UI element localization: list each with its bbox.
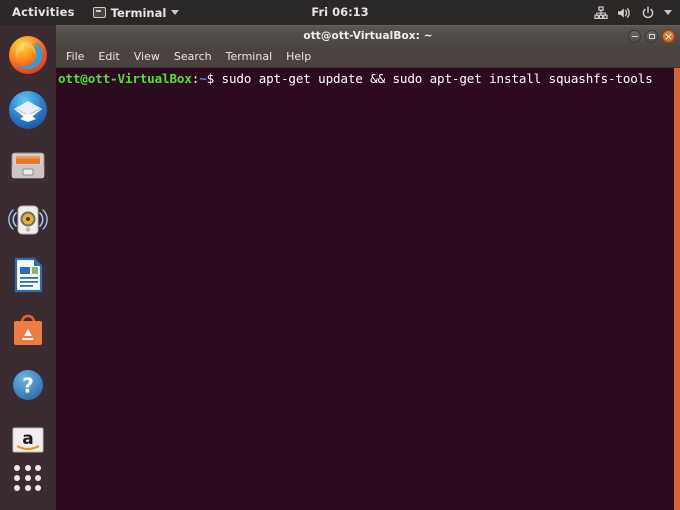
status-chevron-down-icon bbox=[664, 10, 672, 15]
show-applications-button[interactable] bbox=[4, 454, 52, 502]
terminal-command: sudo apt-get update && sudo apt-get inst… bbox=[221, 71, 653, 86]
app-menu-label: Terminal bbox=[110, 5, 167, 20]
window-title: ott@ott-VirtualBox: ~ bbox=[303, 30, 433, 42]
svg-text:?: ? bbox=[22, 374, 34, 398]
app-menu-button[interactable]: Terminal bbox=[85, 0, 188, 25]
dock-item-thunderbird[interactable] bbox=[4, 86, 52, 134]
close-button[interactable] bbox=[662, 30, 675, 43]
dock-item-rhythmbox[interactable] bbox=[4, 196, 52, 244]
menu-view[interactable]: View bbox=[134, 46, 160, 68]
maximize-button[interactable] bbox=[645, 30, 658, 43]
help-icon: ? bbox=[13, 370, 43, 400]
firefox-icon bbox=[9, 36, 47, 74]
window-controls bbox=[628, 26, 675, 47]
window-titlebar[interactable]: ott@ott-VirtualBox: ~ bbox=[56, 25, 680, 46]
terminal-scrollbar-thumb[interactable] bbox=[674, 68, 680, 510]
ubuntu-software-icon bbox=[14, 314, 42, 345]
terminal-window: ott@ott-VirtualBox: ~ File Edit View Sea… bbox=[56, 25, 680, 510]
dock-item-libreoffice-writer[interactable] bbox=[4, 251, 52, 299]
svg-text:a: a bbox=[22, 429, 33, 449]
terminal-line: ott@ott-VirtualBox:~$ sudo apt-get updat… bbox=[56, 68, 680, 87]
dock-item-ubuntu-software[interactable] bbox=[4, 306, 52, 354]
menu-search[interactable]: Search bbox=[174, 46, 212, 68]
prompt-path: ~ bbox=[199, 71, 207, 86]
activities-button[interactable]: Activities bbox=[0, 0, 85, 25]
terminal-output-area[interactable]: ott@ott-VirtualBox:~$ sudo apt-get updat… bbox=[56, 68, 680, 510]
dock-item-help[interactable]: ? bbox=[4, 361, 52, 409]
prompt-user: ott@ott-VirtualBox bbox=[58, 71, 192, 86]
files-icon bbox=[11, 152, 45, 179]
power-icon bbox=[641, 6, 655, 20]
prompt-symbol: $ bbox=[206, 71, 222, 86]
terminal-icon bbox=[92, 7, 106, 18]
terminal-scrollbar[interactable] bbox=[674, 68, 680, 510]
menu-help[interactable]: Help bbox=[286, 46, 311, 68]
network-wired-icon bbox=[594, 5, 608, 20]
menu-terminal[interactable]: Terminal bbox=[226, 46, 273, 68]
system-status-area[interactable] bbox=[594, 0, 672, 25]
launcher-dock: ? a bbox=[0, 25, 56, 510]
apps-grid-icon bbox=[14, 465, 42, 491]
minimize-button[interactable] bbox=[628, 30, 641, 43]
menu-edit[interactable]: Edit bbox=[98, 46, 119, 68]
volume-icon bbox=[617, 6, 632, 20]
menu-file[interactable]: File bbox=[66, 46, 84, 68]
chevron-down-icon bbox=[171, 10, 180, 15]
dock-item-firefox[interactable] bbox=[4, 31, 52, 79]
menubar: File Edit View Search Terminal Help bbox=[56, 46, 680, 68]
top-bar: Activities Terminal Fri 06:13 bbox=[0, 0, 680, 25]
dock-item-files[interactable] bbox=[4, 141, 52, 189]
rhythmbox-icon bbox=[8, 205, 48, 235]
libreoffice-writer-icon bbox=[14, 257, 43, 293]
thunderbird-icon bbox=[9, 91, 47, 129]
